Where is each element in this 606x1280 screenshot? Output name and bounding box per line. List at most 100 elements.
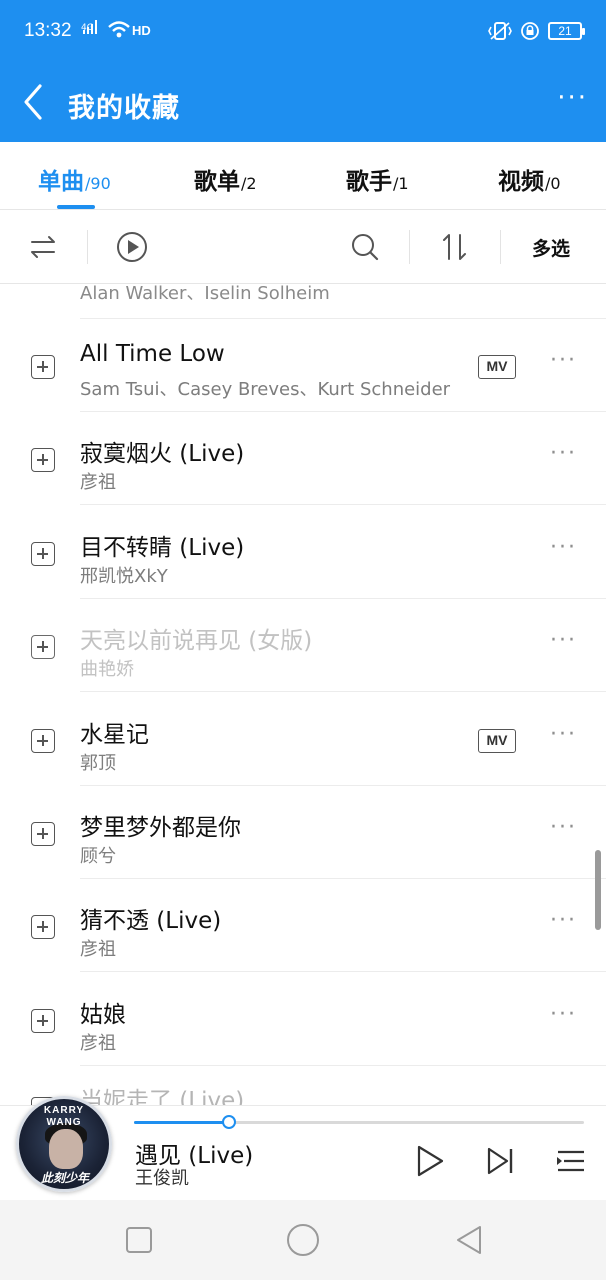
tab-label: 单曲 — [38, 169, 84, 195]
song-artist: Sam Tsui、Casey Breves、Kurt Schneider — [80, 379, 451, 400]
toolbar-divider — [500, 230, 501, 264]
list-item[interactable]: 天亮以前说再见 (女版) 曲艳娇 ··· — [0, 599, 606, 692]
song-artist: 彦祖 — [80, 1033, 116, 1054]
more-dots-icon[interactable]: ··· — [550, 350, 577, 372]
row-divider — [80, 971, 606, 972]
list-item[interactable]: 目不转睛 (Live) 邢凯悦XkY ··· — [0, 506, 606, 599]
playlist-icon[interactable] — [554, 1144, 588, 1178]
progress-bar[interactable] — [134, 1115, 584, 1129]
status-bar: 13:32 4G HD — [0, 0, 606, 62]
vibrate-icon — [488, 22, 512, 40]
song-artist: 邢凯悦XkY — [80, 566, 168, 587]
song-title: 姑娘 — [80, 1002, 126, 1028]
play-icon[interactable] — [412, 1144, 446, 1178]
system-nav-bar — [0, 1200, 606, 1280]
now-playing-artist: 王俊凯 — [135, 1168, 189, 1189]
tab-artists[interactable]: 歌手/1 — [346, 162, 409, 196]
wifi-icon: HD — [107, 20, 151, 42]
add-square-icon[interactable] — [31, 822, 55, 846]
more-dots-icon[interactable]: ··· — [550, 630, 577, 652]
search-icon[interactable] — [348, 230, 382, 264]
mv-badge-icon[interactable]: MV — [478, 729, 516, 753]
song-artist: 郭顶 — [80, 753, 116, 774]
more-dots-icon[interactable]: ··· — [550, 537, 577, 559]
song-artist: 顾兮 — [80, 846, 116, 867]
song-title: 猜不透 (Live) — [80, 908, 222, 934]
list-item[interactable]: 水星记 郭顶 MV ··· — [0, 693, 606, 786]
toolbar-divider — [87, 230, 88, 264]
song-list: Alan Walker、Iselin Solheim All Time Low … — [0, 285, 606, 1105]
cover-face — [49, 1129, 83, 1169]
more-dots-icon[interactable]: ··· — [550, 1004, 577, 1026]
multi-select-button[interactable]: 多选 — [532, 234, 570, 261]
add-square-icon[interactable] — [31, 635, 55, 659]
tab-label: 歌手 — [346, 169, 392, 195]
add-square-icon[interactable] — [31, 355, 55, 379]
play-circle-icon[interactable] — [115, 230, 149, 264]
row-divider — [80, 1065, 606, 1066]
more-dots-icon[interactable]: ··· — [550, 817, 577, 839]
scrollbar-thumb[interactable] — [595, 850, 601, 930]
row-divider — [80, 504, 606, 505]
square-icon[interactable] — [121, 1222, 157, 1258]
tab-label: 视频 — [498, 169, 544, 195]
cover-text: WANG — [46, 1117, 82, 1128]
status-time: 13:32 — [24, 20, 72, 41]
tab-songs[interactable]: 单曲/90 — [38, 162, 111, 196]
tab-count: /90 — [85, 174, 111, 193]
add-square-icon[interactable] — [31, 542, 55, 566]
more-dots-icon[interactable]: ··· — [550, 910, 577, 932]
row-divider — [80, 691, 606, 692]
more-dots-icon[interactable]: ··· — [550, 443, 577, 465]
signal-icon: 4G — [81, 20, 97, 34]
more-dots-icon[interactable]: ··· — [550, 724, 577, 746]
chevron-left-icon[interactable] — [16, 82, 50, 122]
mv-badge-icon[interactable]: MV — [478, 355, 516, 379]
progress-fill — [134, 1121, 229, 1124]
list-item[interactable]: 猜不透 (Live) 彦祖 ··· — [0, 879, 606, 972]
list-toolbar: 多选 — [0, 210, 606, 284]
shuffle-icon[interactable] — [26, 230, 60, 264]
song-title: 目不转睛 (Live) — [80, 535, 245, 561]
song-title: 当妮走了 (Live) — [80, 1088, 245, 1105]
app-top-bar: 13:32 4G HD — [0, 0, 606, 142]
cover-signature: 此刻少年 — [41, 1171, 90, 1185]
add-square-icon[interactable] — [31, 915, 55, 939]
more-dots-icon[interactable]: ··· — [557, 85, 588, 111]
list-item[interactable]: 姑娘 彦祖 ··· — [0, 973, 606, 1066]
page-title: 我的收藏 — [68, 93, 180, 124]
list-item[interactable]: 寂寞烟火 (Live) 彦祖 ··· — [0, 412, 606, 505]
header: 我的收藏 ··· — [0, 62, 606, 142]
song-title: 水星记 — [80, 722, 149, 748]
status-right: 21 — [488, 19, 585, 43]
sort-icon[interactable] — [438, 230, 472, 264]
circle-icon[interactable] — [285, 1222, 321, 1258]
cover-text: KARRY — [43, 1105, 85, 1116]
toolbar-divider — [409, 230, 410, 264]
tab-playlists[interactable]: 歌单/2 — [194, 162, 257, 196]
tab-count: /2 — [241, 174, 257, 193]
mini-player: KARRY WANG 此刻少年 遇见 (Live) 王俊凯 — [0, 1096, 606, 1200]
tab-label: 歌单 — [194, 169, 240, 195]
triangle-back-icon[interactable] — [450, 1222, 486, 1258]
tab-active-indicator — [57, 205, 95, 209]
song-title: 梦里梦外都是你 — [80, 815, 241, 841]
tab-bar: 单曲/90 歌单/2 歌手/1 视频/0 — [0, 142, 606, 210]
progress-knob[interactable] — [221, 1115, 236, 1129]
song-artist: 曲艳娇 — [80, 659, 134, 680]
add-square-icon[interactable] — [31, 1009, 55, 1033]
list-item-artist: Alan Walker、Iselin Solheim — [80, 285, 330, 304]
add-square-icon[interactable] — [31, 729, 55, 753]
song-artist: 彦祖 — [80, 472, 116, 493]
tab-count: /0 — [545, 174, 561, 193]
tab-videos[interactable]: 视频/0 — [498, 162, 561, 196]
battery-icon: 21 — [548, 22, 585, 40]
album-cover[interactable]: KARRY WANG 此刻少年 — [16, 1096, 112, 1192]
wifi-label: HD — [132, 23, 151, 38]
list-item[interactable]: All Time Low Sam Tsui、Casey Breves、Kurt … — [0, 319, 606, 412]
add-square-icon[interactable] — [31, 448, 55, 472]
tab-count: /1 — [393, 174, 409, 193]
list-item[interactable]: 梦里梦外都是你 顾兮 ··· — [0, 786, 606, 879]
skip-next-icon[interactable] — [484, 1144, 518, 1178]
song-title: All Time Low — [80, 341, 225, 367]
